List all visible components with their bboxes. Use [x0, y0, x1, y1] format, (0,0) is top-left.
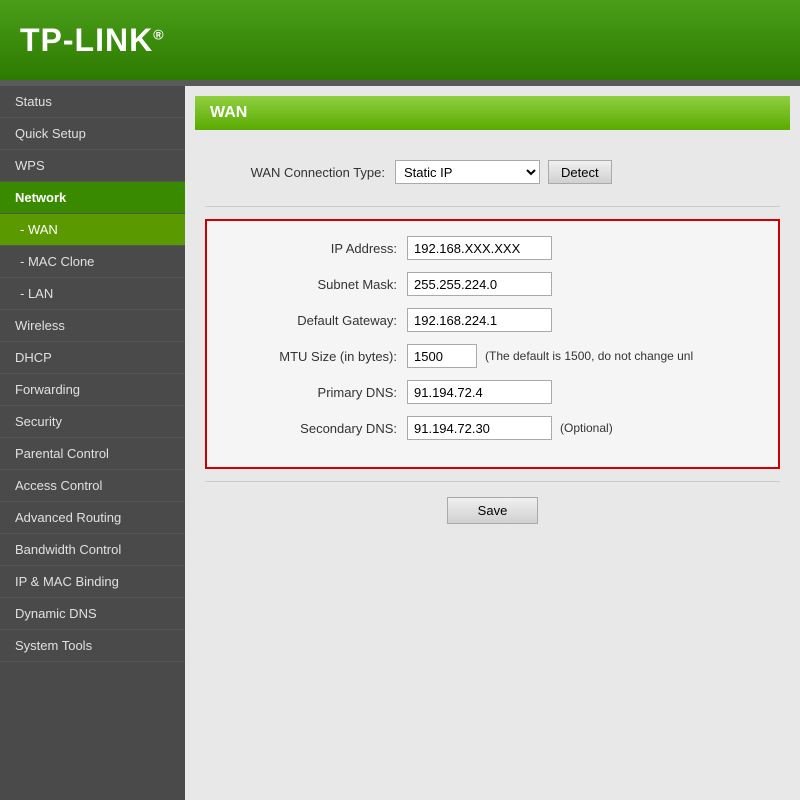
mtu-input[interactable]: [407, 344, 477, 368]
sidebar-item-dynamic-dns[interactable]: Dynamic DNS: [0, 598, 185, 630]
sidebar-item-ip-mac-binding[interactable]: IP & MAC Binding: [0, 566, 185, 598]
ip-address-row: IP Address:: [217, 236, 768, 260]
save-button[interactable]: Save: [447, 497, 539, 524]
sidebar-item-wireless[interactable]: Wireless: [0, 310, 185, 342]
detect-button[interactable]: Detect: [548, 160, 612, 184]
subnet-mask-row: Subnet Mask:: [217, 272, 768, 296]
connection-type-select[interactable]: Static IP Dynamic IP PPPoE L2TP PPTP: [395, 160, 540, 184]
divider-1: [205, 206, 780, 207]
sidebar-item-wps[interactable]: WPS: [0, 150, 185, 182]
primary-dns-input[interactable]: [407, 380, 552, 404]
save-area: Save: [205, 497, 780, 524]
sidebar-item-forwarding[interactable]: Forwarding: [0, 374, 185, 406]
ip-address-label: IP Address:: [217, 241, 397, 256]
sidebar-item-dhcp[interactable]: DHCP: [0, 342, 185, 374]
mtu-note: (The default is 1500, do not change unl: [485, 349, 693, 363]
sidebar-item-parental-control[interactable]: Parental Control: [0, 438, 185, 470]
ip-address-input[interactable]: [407, 236, 552, 260]
subnet-mask-input[interactable]: [407, 272, 552, 296]
sidebar: Status Quick Setup WPS Network - WAN - M…: [0, 86, 185, 800]
header: TP-LINK®: [0, 0, 800, 80]
page-title: WAN: [210, 104, 247, 121]
logo: TP-LINK®: [20, 22, 165, 59]
divider-2: [205, 481, 780, 482]
connection-type-label: WAN Connection Type:: [205, 165, 385, 180]
primary-dns-row: Primary DNS:: [217, 380, 768, 404]
default-gateway-label: Default Gateway:: [217, 313, 397, 328]
sidebar-item-quick-setup[interactable]: Quick Setup: [0, 118, 185, 150]
sidebar-item-wan[interactable]: - WAN: [0, 214, 185, 246]
sidebar-item-mac-clone[interactable]: - MAC Clone: [0, 246, 185, 278]
subnet-mask-label: Subnet Mask:: [217, 277, 397, 292]
sidebar-item-lan[interactable]: - LAN: [0, 278, 185, 310]
connection-type-row: WAN Connection Type: Static IP Dynamic I…: [205, 150, 780, 194]
secondary-dns-label: Secondary DNS:: [217, 421, 397, 436]
secondary-dns-input[interactable]: [407, 416, 552, 440]
secondary-dns-row: Secondary DNS: (Optional): [217, 416, 768, 440]
main-content: WAN WAN Connection Type: Static IP Dynam…: [185, 86, 800, 800]
sidebar-item-advanced-routing[interactable]: Advanced Routing: [0, 502, 185, 534]
wan-title-bar: WAN: [195, 96, 790, 130]
primary-dns-label: Primary DNS:: [217, 385, 397, 400]
mtu-row: MTU Size (in bytes): (The default is 150…: [217, 344, 768, 368]
static-ip-settings-box: IP Address: Subnet Mask: Default Gateway…: [205, 219, 780, 469]
sidebar-item-status[interactable]: Status: [0, 86, 185, 118]
sidebar-item-security[interactable]: Security: [0, 406, 185, 438]
optional-label: (Optional): [560, 421, 613, 435]
main-layout: Status Quick Setup WPS Network - WAN - M…: [0, 86, 800, 800]
sidebar-item-system-tools[interactable]: System Tools: [0, 630, 185, 662]
sidebar-item-network[interactable]: Network: [0, 182, 185, 214]
default-gateway-row: Default Gateway:: [217, 308, 768, 332]
content-area: WAN Connection Type: Static IP Dynamic I…: [185, 140, 800, 534]
mtu-label: MTU Size (in bytes):: [217, 349, 397, 364]
default-gateway-input[interactable]: [407, 308, 552, 332]
sidebar-item-bandwidth-control[interactable]: Bandwidth Control: [0, 534, 185, 566]
sidebar-item-access-control[interactable]: Access Control: [0, 470, 185, 502]
